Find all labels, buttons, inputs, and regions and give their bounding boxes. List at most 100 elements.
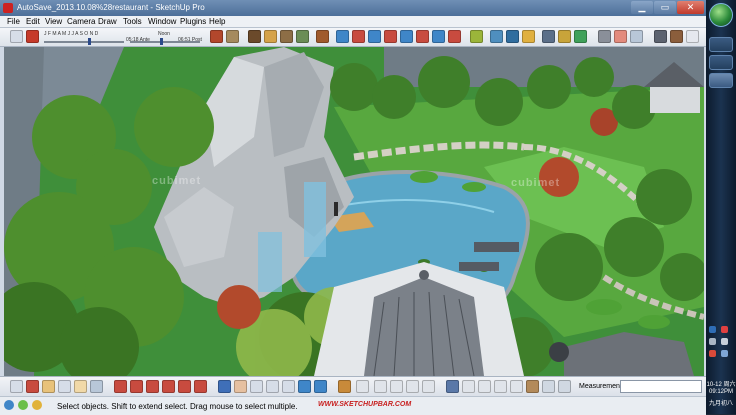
view-back-icon[interactable] bbox=[406, 380, 419, 393]
maximize-button[interactable]: ▭ bbox=[654, 1, 676, 14]
tray-volume-icon[interactable] bbox=[721, 338, 728, 345]
menu-tools[interactable]: Tools bbox=[123, 17, 142, 26]
view-front-icon[interactable] bbox=[374, 380, 387, 393]
shadow-months: J F M A M J J A S O N D bbox=[44, 31, 99, 37]
component-icon[interactable] bbox=[248, 30, 261, 43]
plugin-3-icon[interactable] bbox=[506, 30, 519, 43]
walk-icon[interactable] bbox=[670, 30, 683, 43]
clock-date[interactable]: 10-12 周六 bbox=[706, 379, 736, 388]
start-button[interactable] bbox=[709, 3, 733, 27]
material-icon[interactable] bbox=[226, 30, 239, 43]
zoom-tool-icon[interactable] bbox=[250, 380, 263, 393]
view-top-icon[interactable] bbox=[356, 380, 369, 393]
style-2-icon[interactable] bbox=[558, 380, 571, 393]
zoom-window-icon[interactable] bbox=[266, 380, 279, 393]
offset-tool-icon[interactable] bbox=[194, 380, 207, 393]
plugin-6-icon[interactable] bbox=[558, 30, 571, 43]
taskbar-app-2[interactable] bbox=[709, 55, 733, 70]
xray-icon[interactable] bbox=[446, 380, 459, 393]
time-slider-knob[interactable] bbox=[160, 38, 163, 45]
rect-tool-icon[interactable] bbox=[90, 380, 103, 393]
model-viewport[interactable]: cubimet cubimet bbox=[4, 47, 704, 376]
wireframe-icon[interactable] bbox=[462, 380, 475, 393]
taskbar-app-1[interactable] bbox=[709, 37, 733, 52]
view-left-icon[interactable] bbox=[422, 380, 435, 393]
clock-time[interactable]: 09:12PM bbox=[706, 389, 736, 395]
menu-help[interactable]: Help bbox=[209, 17, 225, 26]
minimize-button[interactable]: ▁ bbox=[631, 1, 653, 14]
credits-icon[interactable] bbox=[18, 400, 28, 410]
next-view-icon[interactable] bbox=[314, 380, 327, 393]
view-right-icon[interactable] bbox=[390, 380, 403, 393]
followme-tool-icon[interactable] bbox=[162, 380, 175, 393]
texture-icon[interactable] bbox=[296, 30, 309, 43]
pan-tool-icon[interactable] bbox=[234, 380, 247, 393]
shape-7-icon[interactable] bbox=[432, 30, 445, 43]
pushpull-tool-icon[interactable] bbox=[130, 380, 143, 393]
menu-window[interactable]: Window bbox=[148, 17, 176, 26]
scale-tool-icon[interactable] bbox=[178, 380, 191, 393]
taskbar-app-sketchup[interactable] bbox=[709, 73, 733, 88]
menu-edit[interactable]: Edit bbox=[26, 17, 40, 26]
shadows-icon[interactable] bbox=[26, 30, 39, 43]
top-toolbar: J F M A M J J A S O N D 05:18 Ante Noon … bbox=[0, 28, 706, 47]
look-around-icon[interactable] bbox=[686, 30, 699, 43]
menu-view[interactable]: View bbox=[45, 17, 62, 26]
status-bar: Select objects. Shift to extend select. … bbox=[0, 396, 706, 415]
arc-tool-icon[interactable] bbox=[58, 380, 71, 393]
plugin-4-icon[interactable] bbox=[522, 30, 535, 43]
plugin-10-icon[interactable] bbox=[630, 30, 643, 43]
tray-network-icon[interactable] bbox=[709, 338, 716, 345]
hidden-line-icon[interactable] bbox=[478, 380, 491, 393]
menu-file[interactable]: File bbox=[7, 17, 20, 26]
plugin-8-icon[interactable] bbox=[598, 30, 611, 43]
plugin-9-icon[interactable] bbox=[614, 30, 627, 43]
shape-4-icon[interactable] bbox=[384, 30, 397, 43]
tray-ime-icon[interactable] bbox=[721, 350, 728, 357]
footprint-icon[interactable] bbox=[654, 30, 667, 43]
rotate-tool-icon[interactable] bbox=[146, 380, 159, 393]
view-iso-icon[interactable] bbox=[338, 380, 351, 393]
move-tool-icon[interactable] bbox=[114, 380, 127, 393]
menu-plugins[interactable]: Plugins bbox=[180, 17, 206, 26]
sketchup-app-icon[interactable] bbox=[3, 3, 13, 13]
shape-5-icon[interactable] bbox=[400, 30, 413, 43]
shaded-texture-icon[interactable] bbox=[510, 380, 523, 393]
style-1-icon[interactable] bbox=[542, 380, 555, 393]
shaded-icon[interactable] bbox=[494, 380, 507, 393]
shape-3-icon[interactable] bbox=[368, 30, 381, 43]
circle-tool-icon[interactable] bbox=[42, 380, 55, 393]
tray-flag-icon[interactable] bbox=[709, 350, 716, 357]
menu-draw[interactable]: Draw bbox=[98, 17, 117, 26]
geo-location-icon[interactable] bbox=[4, 400, 14, 410]
select-tool-icon[interactable] bbox=[10, 380, 23, 393]
paint-bucket-icon[interactable] bbox=[210, 30, 223, 43]
close-button[interactable]: ✕ bbox=[677, 1, 704, 14]
help-icon[interactable] bbox=[32, 400, 42, 410]
plugin-2-icon[interactable] bbox=[490, 30, 503, 43]
roof-icon[interactable] bbox=[316, 30, 329, 43]
group-icon[interactable] bbox=[264, 30, 277, 43]
box-icon[interactable] bbox=[280, 30, 293, 43]
eraser-tool-icon[interactable] bbox=[74, 380, 87, 393]
plugin-5-icon[interactable] bbox=[542, 30, 555, 43]
viewport-watermark-right: cubimet bbox=[511, 177, 561, 189]
zoom-extents-icon[interactable] bbox=[282, 380, 295, 393]
tray-antivirus-icon[interactable] bbox=[721, 326, 728, 333]
measurements-input[interactable] bbox=[620, 380, 702, 393]
select-arrow-icon[interactable] bbox=[10, 30, 23, 43]
shape-6-icon[interactable] bbox=[416, 30, 429, 43]
date-slider-knob[interactable] bbox=[88, 38, 91, 45]
prev-view-icon[interactable] bbox=[298, 380, 311, 393]
orbit-tool-icon[interactable] bbox=[218, 380, 231, 393]
tray-help-icon[interactable] bbox=[709, 326, 716, 333]
menu-camera[interactable]: Camera bbox=[67, 17, 95, 26]
title-bar: AutoSave_2013.10.08%28restaurant - Sketc… bbox=[0, 0, 706, 16]
pencil-tool-icon[interactable] bbox=[26, 380, 39, 393]
shape-2-icon[interactable] bbox=[352, 30, 365, 43]
plugin-7-icon[interactable] bbox=[574, 30, 587, 43]
plugin-1-icon[interactable] bbox=[470, 30, 483, 43]
shape-8-icon[interactable] bbox=[448, 30, 461, 43]
monochrome-icon[interactable] bbox=[526, 380, 539, 393]
shape-1-icon[interactable] bbox=[336, 30, 349, 43]
